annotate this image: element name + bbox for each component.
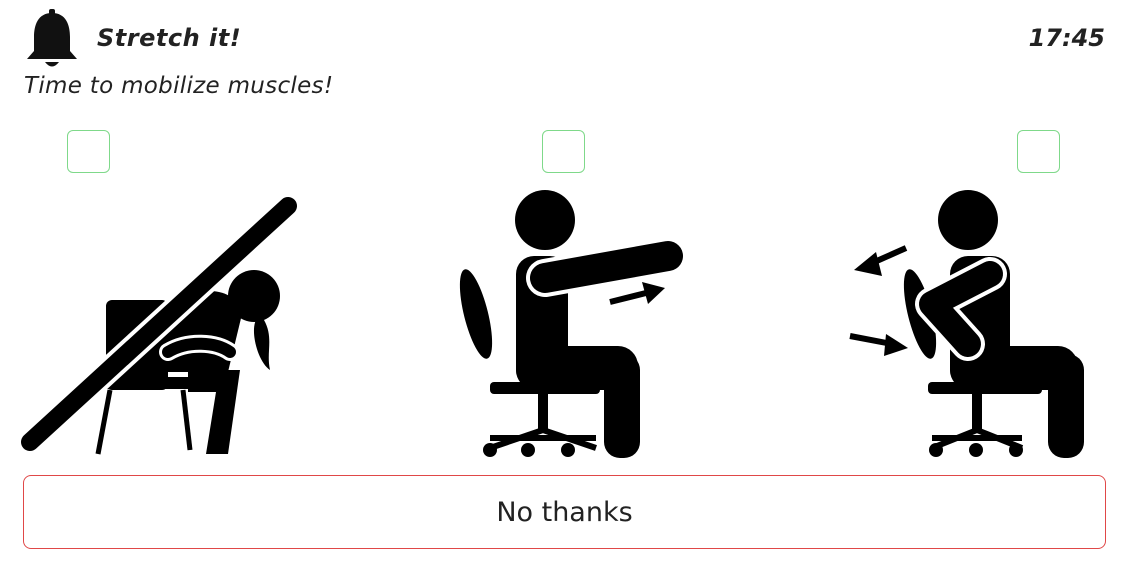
exercise-3-checkbox[interactable] [1017, 130, 1060, 173]
arm-extension-stretch-figure [459, 190, 687, 458]
bell-icon [27, 9, 77, 67]
exercise-1-checkbox[interactable] [67, 130, 110, 173]
clock-time: 17:45 [1028, 24, 1105, 52]
side-bend-stretch-figure [18, 193, 301, 455]
exercise-2-checkbox[interactable] [542, 130, 585, 173]
app-title: Stretch it! [97, 24, 242, 52]
no-thanks-button[interactable]: No thanks [23, 475, 1106, 549]
reminder-subtitle: Time to mobilize muscles! [24, 73, 334, 99]
chest-hug-stretch-figure [849, 190, 1084, 458]
